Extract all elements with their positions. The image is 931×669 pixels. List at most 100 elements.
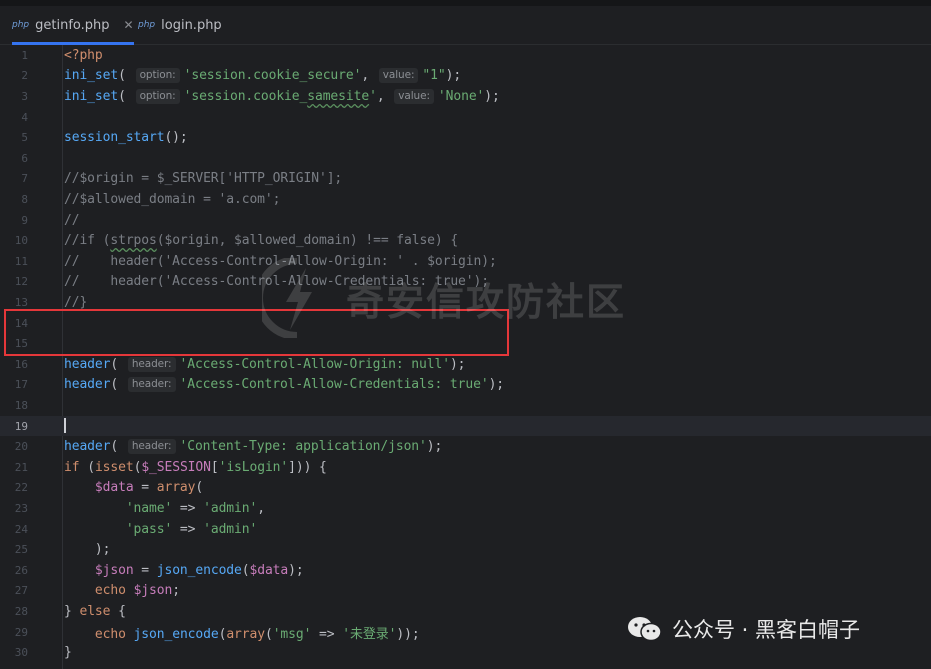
code-line[interactable]: 23 'name' => 'admin', <box>0 498 931 519</box>
code-token: } <box>64 603 80 619</box>
code-text: //if (strpos($origin, $allowed_domain) !… <box>64 233 458 248</box>
parameter-hint: value: <box>394 88 434 104</box>
tab-label: getinfo.php <box>35 17 110 33</box>
code-token: echo <box>94 626 126 642</box>
close-icon[interactable]: ✕ <box>124 18 134 32</box>
code-token: ' <box>369 88 377 104</box>
code-text: echo $json; <box>64 583 180 598</box>
code-line[interactable]: 10 //if (strpos($origin, $allowed_domain)… <box>0 230 931 251</box>
code-token: echo <box>94 583 126 599</box>
code-token: = <box>133 562 157 578</box>
line-number: 16 <box>14 357 28 371</box>
code-line[interactable]: 12 // header('Access-Control-Allow-Creden… <box>0 272 931 293</box>
code-token: ); <box>449 356 466 372</box>
code-token: ( <box>110 356 126 372</box>
line-number: 22 <box>14 481 28 495</box>
code-text: // header('Access-Control-Allow-Credenti… <box>64 274 489 289</box>
code-line[interactable]: 2 ini_set( option:'session.cookie_secure'… <box>0 66 931 87</box>
php-file-icon: php <box>138 20 156 30</box>
code-token: ( <box>195 480 204 496</box>
code-line[interactable]: 7 //$origin = $_SERVER['HTTP_ORIGIN']; <box>0 169 931 190</box>
line-number: 11 <box>14 254 28 268</box>
code-token: => <box>311 626 343 642</box>
code-token: isset <box>94 459 134 475</box>
code-token: { <box>110 603 126 619</box>
code-text: $json = json_encode($data); <box>64 563 304 578</box>
code-line[interactable]: 3 ini_set( option:'session.cookie_samesit… <box>0 86 931 107</box>
code-token: ); <box>488 377 505 393</box>
code-token: ); <box>64 542 111 558</box>
code-token: 'session.cookie_secure' <box>183 68 362 84</box>
code-token: ; <box>172 583 180 599</box>
code-token: // header('Access-Control-Allow-Origin: … <box>64 253 497 269</box>
code-token: = <box>133 480 157 496</box>
code-token: 'name' <box>125 500 173 516</box>
tab-login-php[interactable]: php login.php <box>138 6 222 44</box>
code-line[interactable]: 5 session_start(); <box>0 127 931 148</box>
code-line[interactable]: 27 echo $json; <box>0 581 931 602</box>
code-line[interactable]: 24 'pass' => 'admin' <box>0 519 931 540</box>
code-line[interactable]: 21 if (isset($_SESSION['isLogin'])) { <box>0 457 931 478</box>
line-number: 4 <box>21 110 28 124</box>
code-text: <?php <box>64 48 103 63</box>
parameter-hint: option: <box>135 68 180 84</box>
code-line[interactable]: 26 $json = json_encode($data); <box>0 560 931 581</box>
code-token: , <box>376 88 393 104</box>
wechat-icon <box>628 617 662 642</box>
code-token: $data <box>249 562 289 578</box>
code-editor[interactable]: 1 <?php 2 ini_set( option:'session.cookie_s… <box>0 45 931 669</box>
code-line[interactable]: 20 header( header: 'Content-Type: applicat… <box>0 436 931 457</box>
code-line[interactable]: 19 <box>0 416 931 437</box>
code-token: => <box>172 521 204 537</box>
code-line[interactable]: 11 // header('Access-Control-Allow-Origin… <box>0 251 931 272</box>
line-number: 3 <box>21 89 28 103</box>
code-token: 'admin' <box>203 500 258 516</box>
code-line[interactable]: 8 //$allowed_domain = 'a.com'; <box>0 189 931 210</box>
line-number: 25 <box>14 543 28 557</box>
line-number: 26 <box>14 563 28 577</box>
line-number: 30 <box>14 646 28 660</box>
code-text: header( header: 'Access-Control-Allow-Cre… <box>64 377 505 393</box>
code-token: 'isLogin' <box>218 459 289 475</box>
line-number: 5 <box>21 131 28 145</box>
code-token: ( <box>79 459 95 475</box>
code-text: //$allowed_domain = 'a.com'; <box>64 192 280 207</box>
code-line[interactable]: 22 $data = array( <box>0 478 931 499</box>
code-token: ( <box>110 439 126 455</box>
line-number: 1 <box>21 48 28 62</box>
code-text: } <box>64 645 72 660</box>
code-line[interactable]: 17 header( header: 'Access-Control-Allow-C… <box>0 375 931 396</box>
code-line[interactable]: 4 <box>0 107 931 128</box>
code-line[interactable]: 25 ); <box>0 539 931 560</box>
highlight-box <box>4 309 509 356</box>
line-number: 12 <box>14 275 28 289</box>
code-token: $json <box>94 562 134 578</box>
code-text: echo json_encode(array('msg' => '未登录')); <box>64 623 420 642</box>
code-line[interactable]: 30} <box>0 642 931 663</box>
code-text <box>64 417 66 435</box>
brand-text: 公众号 · 黑客白帽子 <box>672 618 861 642</box>
code-line[interactable]: 6 <box>0 148 931 169</box>
code-token: ); <box>426 439 443 455</box>
code-line[interactable]: 18 <box>0 395 931 416</box>
code-token: session_start <box>64 130 165 146</box>
code-line[interactable]: 9 // <box>0 210 931 231</box>
code-line[interactable]: 16 header( header: 'Access-Control-Allow-O… <box>0 354 931 375</box>
code-token: 'Access-Control-Allow-Origin: null' <box>179 356 451 372</box>
code-text: //$origin = $_SERVER['HTTP_ORIGIN']; <box>64 171 342 186</box>
line-number: 8 <box>21 192 28 206</box>
code-line[interactable]: 1 <?php <box>0 45 931 66</box>
code-token: )); <box>396 626 420 642</box>
code-text: // header('Access-Control-Allow-Origin: … <box>64 254 497 269</box>
line-number: 17 <box>14 378 28 392</box>
line-number: 7 <box>21 172 28 186</box>
parameter-hint: header: <box>127 439 176 455</box>
parameter-hint: option: <box>135 88 180 104</box>
tab-getinfo-php[interactable]: php getinfo.php ✕ <box>12 6 134 45</box>
code-token: strpos <box>110 233 157 249</box>
